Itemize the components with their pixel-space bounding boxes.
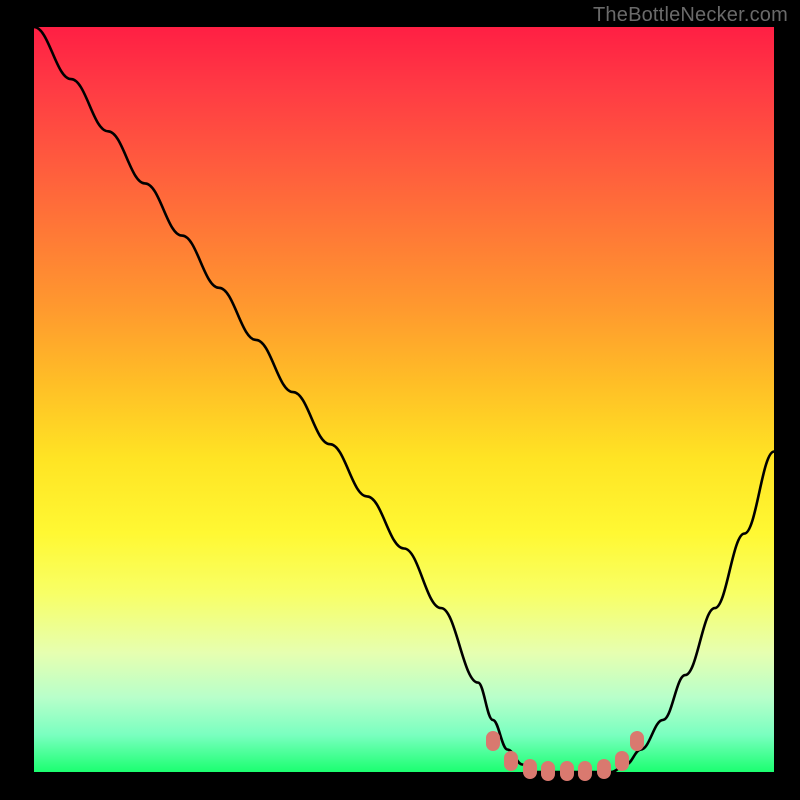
plot-area — [34, 27, 774, 772]
chart-container: TheBottleNecker.com — [0, 0, 800, 800]
curve-layer — [34, 27, 774, 772]
bottleneck-curve-path — [34, 27, 774, 772]
watermark-text: TheBottleNecker.com — [593, 4, 788, 27]
